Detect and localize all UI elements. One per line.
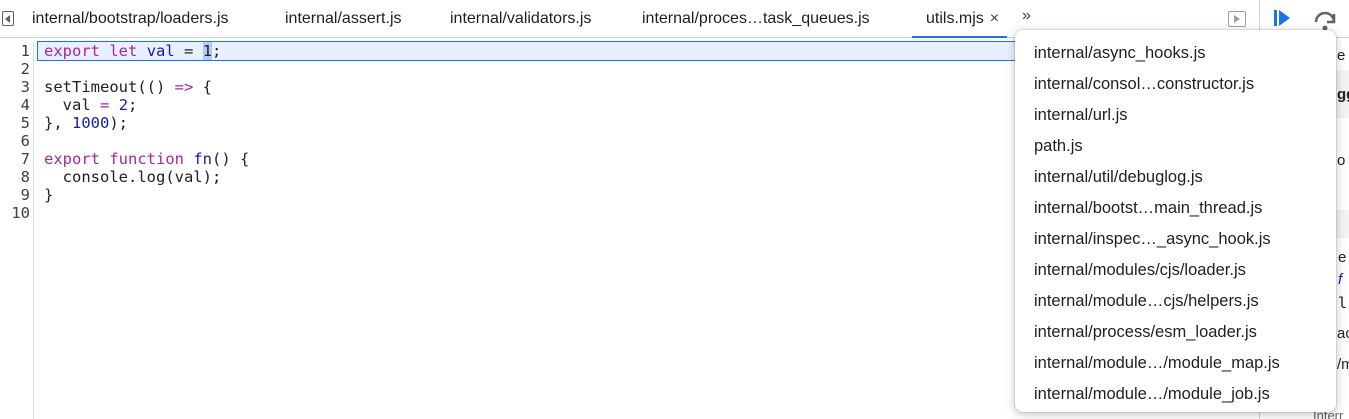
sidebar-peek-text: gg — [1337, 86, 1349, 103]
line-number[interactable]: 9 — [0, 186, 33, 204]
tab-label: internal/proces…task_queues.js — [642, 10, 870, 27]
code-token: val — [146, 42, 175, 60]
code-token: ; — [212, 42, 222, 60]
line-number[interactable]: 5 — [0, 114, 33, 132]
overflow-menu-item[interactable]: path.js — [1015, 131, 1336, 162]
tab-task-queues[interactable]: internal/proces…task_queues.js — [642, 0, 870, 38]
tab-label: utils.mjs — [926, 10, 984, 27]
tab-assert[interactable]: internal/assert.js — [285, 0, 402, 38]
tab-overflow-menu: internal/async_hooks.js internal/consol…c… — [1015, 30, 1336, 412]
overflow-menu-item[interactable]: internal/module…cjs/helpers.js — [1015, 286, 1336, 317]
code-token: fn — [193, 150, 213, 168]
overflow-menu-item[interactable]: internal/inspec…_async_hook.js — [1015, 224, 1336, 255]
code-token: { — [193, 78, 212, 96]
code-token: => — [174, 78, 194, 96]
overflow-menu-item[interactable]: internal/async_hooks.js — [1015, 38, 1336, 69]
code-token: let — [109, 42, 138, 60]
tab-scroll-left-icon[interactable] — [2, 11, 14, 26]
overflow-menu-item[interactable]: internal/process/esm_loader.js — [1015, 317, 1336, 348]
tab-label: internal/bootstrap/loaders.js — [32, 10, 229, 27]
code-token: = — [174, 42, 203, 60]
line-number[interactable]: 6 — [0, 132, 33, 150]
code-token: ; — [128, 96, 138, 114]
tab-validators[interactable]: internal/validators.js — [450, 0, 591, 38]
overflow-menu-item[interactable]: internal/module…/module_map.js — [1015, 348, 1336, 379]
line-number[interactable]: 8 — [0, 168, 33, 186]
line-number[interactable]: 3 — [0, 78, 33, 96]
line-number[interactable]: 1 — [0, 42, 33, 60]
toggle-navigator-icon[interactable] — [1228, 11, 1246, 27]
line-number[interactable]: 10 — [0, 204, 33, 222]
line-number[interactable]: 7 — [0, 150, 33, 168]
sidebar-peek-text: e — [1338, 249, 1347, 266]
sidebar-peek-text: e — [1337, 47, 1346, 64]
tab-utils-mjs[interactable]: utils.mjs × — [912, 0, 1008, 38]
code-token: function — [109, 150, 184, 168]
step-over-icon[interactable] — [1312, 8, 1338, 32]
code-token: export — [44, 42, 100, 60]
overflow-menu-item[interactable]: internal/consol…constructor.js — [1015, 69, 1336, 100]
code-token: } — [44, 186, 54, 204]
code-token: console.log(val); — [44, 168, 222, 186]
code-token: 1 — [202, 42, 213, 60]
sidebar-peek-text: /m — [1337, 356, 1349, 373]
code-token: () { — [212, 150, 250, 168]
resume-icon[interactable] — [1274, 9, 1296, 29]
code-token: ); — [109, 114, 128, 132]
sidebar-peek-text: f — [1338, 271, 1343, 288]
sidebar-peek-text: ac — [1337, 325, 1349, 342]
code-token: export — [44, 150, 100, 168]
overflow-menu-item[interactable]: internal/bootst…main_thread.js — [1015, 193, 1336, 224]
code-token: = — [100, 96, 110, 114]
code-token: val — [44, 96, 100, 114]
tab-label: internal/assert.js — [285, 10, 402, 27]
overflow-menu-item[interactable]: internal/module…/module_job.js — [1015, 379, 1336, 410]
double-chevron-right-icon[interactable]: » — [1022, 7, 1031, 25]
tab-label: internal/validators.js — [450, 10, 592, 27]
overflow-menu-item[interactable]: internal/modules/cjs/loader.js — [1015, 255, 1336, 286]
line-number[interactable]: 2 — [0, 60, 33, 78]
sidebar-peek-panel — [1336, 210, 1349, 238]
code-token: 1000 — [72, 114, 110, 132]
line-number[interactable]: 4 — [0, 96, 33, 114]
overflow-menu-item[interactable]: internal/url.js — [1015, 100, 1336, 131]
close-icon[interactable]: × — [990, 10, 999, 27]
line-number-gutter: 1 2 3 4 5 6 7 8 9 10 — [0, 42, 34, 419]
sidebar-peek-text: l — [1338, 294, 1348, 312]
code-token: 2 — [118, 96, 129, 114]
sidebar-peek-text: o — [1337, 152, 1346, 169]
code-token: }, — [44, 114, 72, 132]
code-token: setTimeout(() — [44, 78, 175, 96]
tab-loaders[interactable]: internal/bootstrap/loaders.js — [32, 0, 229, 38]
overflow-menu-item[interactable]: internal/util/debuglog.js — [1015, 162, 1336, 193]
